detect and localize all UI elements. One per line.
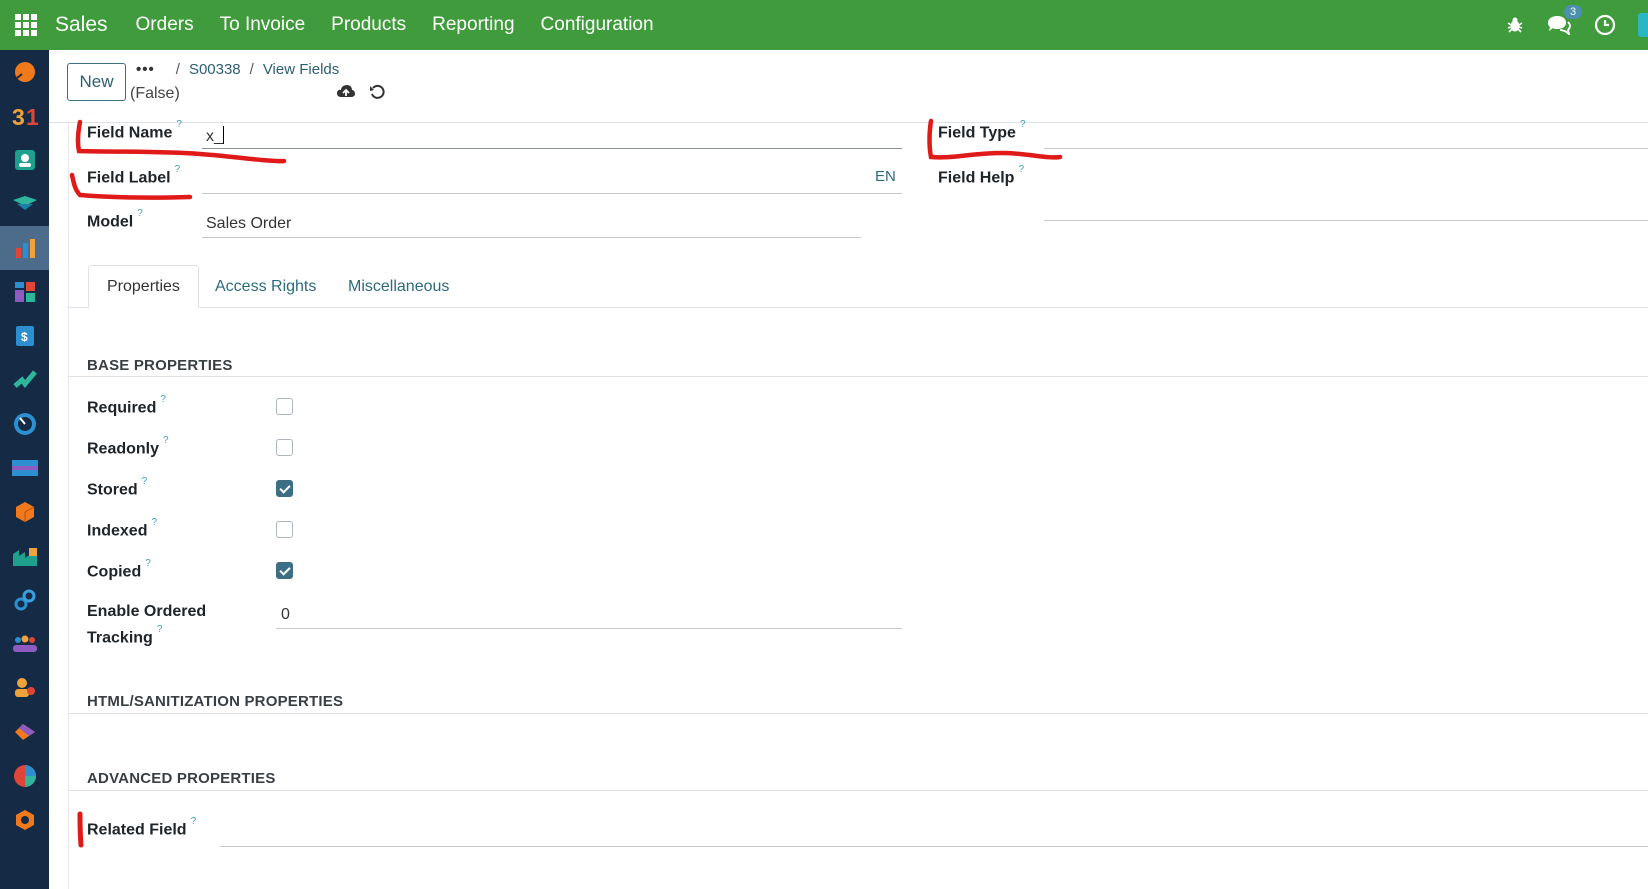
employees-app-icon[interactable] [0, 622, 49, 666]
tab-properties[interactable]: Properties [88, 265, 199, 308]
bug-icon[interactable] [1506, 16, 1524, 34]
field-name-input[interactable]: x_ [206, 126, 224, 146]
field-label-input[interactable] [202, 193, 902, 194]
calendar-app-icon[interactable]: 31 [0, 94, 49, 138]
breadcrumb-separator: / [175, 61, 180, 78]
svg-text:3: 3 [12, 104, 25, 129]
breadcrumb-dots-button[interactable]: ••• [136, 61, 155, 78]
advanced-properties-title: ADVANCED PROPERTIES [87, 770, 276, 787]
website-app-icon[interactable] [0, 446, 49, 490]
field-label-label: Field Label? [87, 164, 181, 187]
top-navbar: Sales Orders To Invoice Products Reporti… [0, 0, 1648, 50]
discard-icon[interactable] [369, 84, 385, 105]
html-sanitization-title: HTML/SANITIZATION PROPERTIES [87, 693, 344, 710]
discuss-app-icon[interactable] [0, 50, 49, 94]
indexed-checkbox[interactable] [276, 521, 293, 538]
menu-to-invoice[interactable]: To Invoice [220, 14, 306, 36]
form-sheet-border [68, 122, 69, 889]
crm-app-icon[interactable] [0, 182, 49, 226]
ordered-tracking-underline [276, 628, 902, 629]
related-field-label: Related Field? [87, 816, 197, 839]
timesheet-app-icon[interactable] [0, 402, 49, 446]
svg-text:1: 1 [26, 104, 39, 129]
apps-menu-icon[interactable] [0, 0, 52, 50]
menu-configuration[interactable]: Configuration [541, 14, 654, 36]
menu-products[interactable]: Products [331, 14, 406, 36]
cloud-upload-icon[interactable] [337, 84, 355, 105]
app-brand[interactable]: Sales [55, 13, 108, 37]
copied-checkbox[interactable] [276, 562, 293, 579]
section-divider [68, 376, 1648, 377]
readonly-label: Readonly? [87, 435, 169, 458]
stored-label: Stored? [87, 476, 148, 499]
clock-icon[interactable] [1594, 14, 1616, 36]
inventory-app-icon[interactable] [0, 490, 49, 534]
model-underline [202, 237, 861, 238]
control-panel-divider [49, 122, 1648, 123]
stored-checkbox[interactable] [276, 480, 293, 497]
ordered-tracking-label: Enable Ordered [87, 603, 207, 620]
model-value[interactable]: Sales Order [206, 215, 291, 233]
breadcrumb: ••• / S00338 / View Fields [136, 61, 339, 78]
breadcrumb-order-link[interactable]: S00338 [189, 61, 241, 78]
menu-reporting[interactable]: Reporting [432, 14, 514, 36]
field-name-underline [202, 148, 902, 149]
required-label: Required? [87, 394, 166, 417]
chat-icon[interactable]: 3 [1546, 5, 1583, 35]
settings-app-icon[interactable] [0, 798, 49, 842]
model-label: Model? [87, 208, 143, 231]
breadcrumb-separator: / [249, 61, 254, 78]
field-name-label: Field Name? [87, 119, 182, 142]
record-title: (False) [130, 85, 180, 102]
contacts-app-icon[interactable] [0, 138, 49, 182]
required-checkbox[interactable] [276, 398, 293, 415]
sales-app-icon[interactable] [0, 226, 49, 270]
field-type-select[interactable] [1044, 148, 1648, 149]
ordered-tracking-input[interactable]: 0 [281, 606, 290, 624]
invoicing-app-icon[interactable]: $ [0, 314, 49, 358]
integrations-app-icon[interactable] [0, 578, 49, 622]
ordered-tracking-label-line2: Tracking? [87, 624, 163, 647]
indexed-label: Indexed? [87, 517, 158, 540]
section-divider [68, 790, 1648, 791]
copied-label: Copied? [87, 558, 151, 581]
svg-text:$: $ [21, 330, 28, 344]
readonly-checkbox[interactable] [276, 439, 293, 456]
manufacturing-app-icon[interactable] [0, 534, 49, 578]
user-avatar[interactable] [1638, 13, 1648, 37]
tab-access-rights[interactable]: Access Rights [197, 265, 334, 308]
app-sidebar: 31 $ [0, 50, 49, 889]
base-properties-title: BASE PROPERTIES [87, 357, 233, 374]
recruitment-app-icon[interactable] [0, 666, 49, 710]
breadcrumb-view-fields-link[interactable]: View Fields [263, 61, 339, 78]
chat-badge: 3 [1564, 5, 1583, 19]
menu-orders[interactable]: Orders [136, 14, 194, 36]
field-help-input[interactable] [1044, 220, 1648, 221]
tab-miscellaneous[interactable]: Miscellaneous [330, 265, 467, 308]
project-app-icon[interactable] [0, 358, 49, 402]
planning-app-icon[interactable] [0, 754, 49, 798]
new-button[interactable]: New [67, 63, 126, 101]
field-type-label: Field Type? [938, 119, 1026, 142]
section-divider [68, 713, 1648, 714]
dashboard-app-icon[interactable] [0, 270, 49, 314]
marketing-app-icon[interactable] [0, 710, 49, 754]
language-tag[interactable]: EN [875, 168, 896, 185]
related-field-input[interactable] [220, 846, 1648, 847]
field-help-label: Field Help? [938, 164, 1025, 187]
